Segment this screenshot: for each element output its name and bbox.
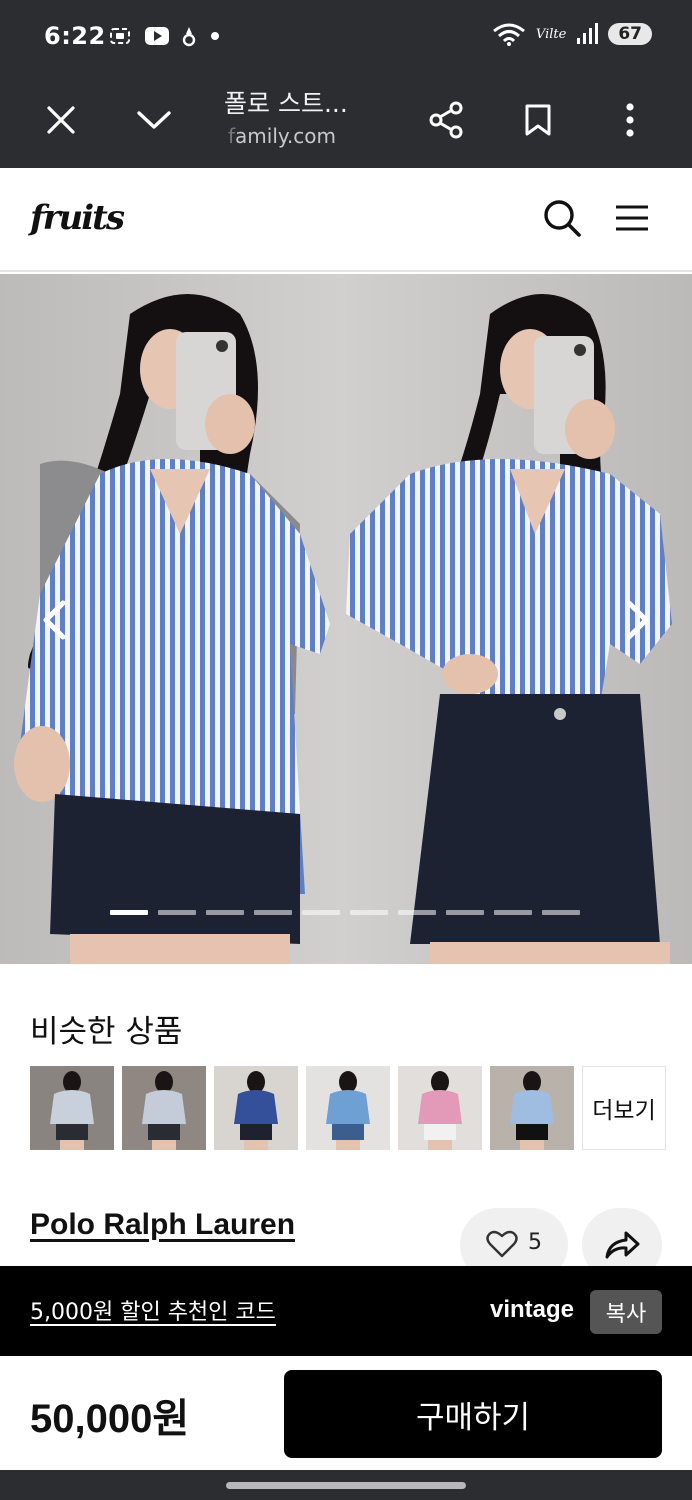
share-arrow-icon: [605, 1231, 640, 1259]
menu-icon: [616, 205, 648, 231]
lte-label: Vilte: [535, 26, 567, 42]
search-button[interactable]: [540, 196, 584, 240]
menu-button[interactable]: [610, 196, 654, 240]
gallery-dot[interactable]: [542, 910, 580, 915]
bookmark-icon: [525, 104, 551, 136]
similar-product-thumb[interactable]: [30, 1066, 114, 1150]
gallery-pagination: [110, 910, 580, 915]
status-time: 6:22: [44, 22, 106, 50]
close-button[interactable]: [33, 92, 89, 148]
home-gesture-handle[interactable]: [226, 1482, 466, 1489]
gallery-dot[interactable]: [350, 910, 388, 915]
page-title[interactable]: 폴로 스트...: [224, 84, 348, 120]
signal-icon: [577, 23, 599, 44]
collapse-button[interactable]: [126, 92, 182, 148]
similar-product-thumb[interactable]: [306, 1066, 390, 1150]
referral-banner: 5,000원 할인 추천인 코드 vintage 복사: [0, 1266, 692, 1356]
search-icon: [544, 200, 581, 237]
gallery-dot[interactable]: [158, 910, 196, 915]
heart-icon: [486, 1230, 518, 1258]
close-icon: [47, 106, 75, 134]
screenshot-icon: [110, 28, 130, 44]
gallery-dot[interactable]: [206, 910, 244, 915]
buy-button[interactable]: 구매하기: [284, 1370, 662, 1458]
gallery-prev-button[interactable]: [34, 596, 74, 644]
product-price: 50,000원: [30, 1397, 190, 1441]
more-similar-button[interactable]: 더보기: [582, 1066, 666, 1150]
bookmark-button[interactable]: [510, 92, 566, 148]
similar-product-thumb[interactable]: [490, 1066, 574, 1150]
dot-icon: [211, 32, 219, 40]
youtube-icon: [145, 27, 169, 45]
status-icons-left: [108, 24, 222, 48]
copy-button[interactable]: 복사: [590, 1290, 662, 1334]
page-url[interactable]: family.com: [228, 124, 336, 148]
similar-product-thumb[interactable]: [398, 1066, 482, 1150]
chevron-left-icon: [43, 600, 66, 640]
referral-code: vintage: [490, 1296, 575, 1323]
chevron-right-icon: [626, 600, 649, 640]
similar-products-list: 더보기: [30, 1066, 666, 1150]
gallery-next-button[interactable]: [618, 596, 658, 644]
gallery-dot[interactable]: [494, 910, 532, 915]
like-count: 5: [528, 1230, 542, 1255]
chevron-down-icon: [137, 111, 171, 129]
share-icon: [429, 101, 463, 139]
more-options-button[interactable]: [602, 92, 658, 148]
notification-icon: [182, 27, 196, 47]
brand-name[interactable]: Polo Ralph Lauren: [30, 1208, 295, 1242]
system-nav-bar: [0, 1470, 692, 1500]
product-photos: [0, 274, 692, 964]
gallery-dot[interactable]: [446, 910, 484, 915]
gallery-dot[interactable]: [398, 910, 436, 915]
browser-toolbar: 폴로 스트... family.com: [0, 78, 692, 168]
similar-product-thumb[interactable]: [214, 1066, 298, 1150]
similar-product-thumb[interactable]: [122, 1066, 206, 1150]
site-header: fruits: [0, 168, 692, 272]
status-bar: 6:22 Vilte 67: [0, 0, 692, 78]
wifi-icon: [492, 23, 525, 46]
url-faded: f: [228, 124, 236, 148]
gallery-dot[interactable]: [110, 910, 148, 915]
gallery-dot[interactable]: [254, 910, 292, 915]
similar-products-heading: 비슷한 상품: [30, 1014, 183, 1050]
referral-code-link[interactable]: 5,000원 할인 추천인 코드: [30, 1294, 276, 1326]
purchase-bar: 50,000원 구매하기: [0, 1356, 692, 1470]
url-domain: amily.com: [235, 124, 336, 148]
share-button[interactable]: [418, 92, 474, 148]
status-icons-right: Vilte 67: [492, 22, 652, 46]
gallery-dot[interactable]: [302, 910, 340, 915]
site-logo[interactable]: fruits: [30, 198, 125, 238]
product-image-gallery[interactable]: [0, 274, 692, 964]
battery-icon: 67: [608, 23, 652, 45]
more-vert-icon: [626, 103, 634, 137]
